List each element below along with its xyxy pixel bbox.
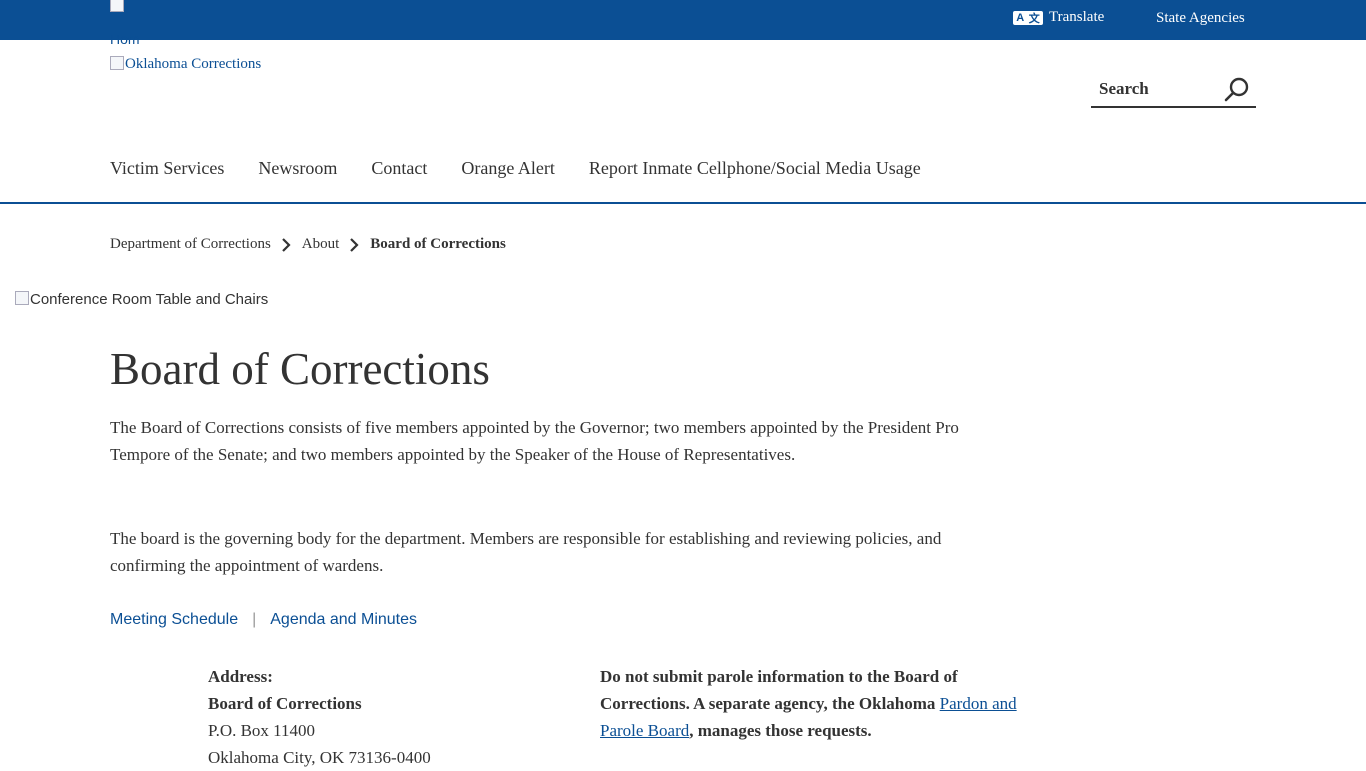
page-title: Board of Corrections <box>110 344 490 394</box>
nav-item-victim-services[interactable]: Victim Services <box>110 158 224 179</box>
meeting-schedule-link[interactable]: Meeting Schedule <box>110 611 238 629</box>
nav-divider <box>0 202 1366 204</box>
address-label: Address: <box>208 667 273 686</box>
hero-image: Conference Room Table and Chairs <box>15 291 268 308</box>
state-agencies-link[interactable]: State Agencies <box>1156 10 1245 27</box>
chevron-right-icon <box>350 237 359 252</box>
search-input[interactable] <box>1097 78 1221 100</box>
logo-link[interactable]: Oklahoma Corrections <box>110 56 261 73</box>
top-bar: A文 Translate State Agencies <box>0 0 1366 40</box>
search-box <box>1091 74 1256 108</box>
address-block: Address: Board of Corrections P.O. Box 1… <box>208 663 431 771</box>
breadcrumb-item-about[interactable]: About <box>302 236 340 253</box>
main-nav: Victim Services Newsroom Contact Orange … <box>110 158 921 179</box>
notice-text-after: , manages those requests. <box>689 721 872 740</box>
translate-icon: A文 <box>1013 10 1043 25</box>
nav-item-newsroom[interactable]: Newsroom <box>258 158 337 179</box>
chevron-right-icon <box>282 237 291 252</box>
board-links: Meeting Schedule | Agenda and Minutes <box>110 611 417 629</box>
breadcrumb-item-department[interactable]: Department of Corrections <box>110 236 271 253</box>
search-icon[interactable] <box>1224 76 1250 102</box>
hero-alt-text: Conference Room Table and Chairs <box>30 291 269 308</box>
parole-notice: Do not submit parole information to the … <box>600 663 1040 744</box>
logo-alt-text: Oklahoma Corrections <box>125 56 262 72</box>
nav-item-orange-alert[interactable]: Orange Alert <box>461 158 554 179</box>
intro-paragraph: The Board of Corrections consists of fiv… <box>110 418 959 464</box>
translate-label: Translate <box>1049 9 1105 25</box>
link-separator: | <box>252 611 257 628</box>
nav-item-contact[interactable]: Contact <box>371 158 427 179</box>
notice-text-before: Do not submit parole information to the … <box>600 667 958 713</box>
address-line1: P.O. Box 11400 <box>208 721 316 740</box>
address-line2: Oklahoma City, OK 73136-0400 <box>208 748 431 767</box>
address-name: Board of Corrections <box>208 694 362 713</box>
agenda-minutes-link[interactable]: Agenda and Minutes <box>270 611 417 629</box>
governance-paragraph: The board is the governing body for the … <box>110 529 942 575</box>
nav-item-report-cellphone[interactable]: Report Inmate Cellphone/Social Media Usa… <box>589 158 921 179</box>
home-image[interactable] <box>110 0 130 12</box>
broken-image-icon <box>110 0 124 12</box>
broken-image-icon <box>15 291 29 305</box>
translate-button[interactable]: A文 Translate <box>1013 9 1104 26</box>
broken-image-icon <box>110 56 124 70</box>
home-link[interactable]: Hom <box>110 31 140 47</box>
breadcrumb: Department of Corrections About Board of… <box>110 236 506 253</box>
breadcrumb-current: Board of Corrections <box>370 236 506 252</box>
